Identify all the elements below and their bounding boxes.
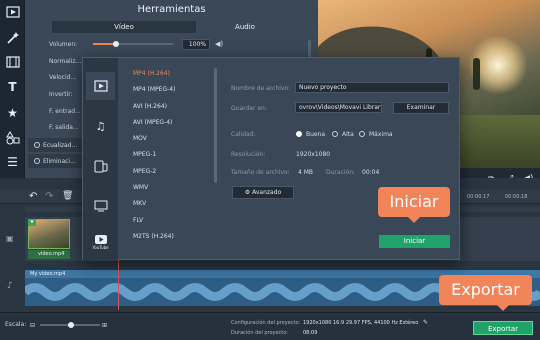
left-toolbar: T ★ ☰ (0, 0, 25, 178)
redo-icon[interactable]: ↷ (45, 191, 53, 202)
export-callout: Exportar (439, 275, 532, 305)
browse-button[interactable]: Examinar (393, 102, 449, 114)
resolution-label: Resolución: (231, 151, 266, 158)
volume-value[interactable]: 100% (182, 39, 210, 50)
project-duration-value: 08:09 (303, 330, 318, 336)
video-clip-name: video.mp4 (38, 251, 65, 257)
start-callout: Iniciar (378, 187, 450, 217)
resolution-value: 1920x1080 (296, 151, 331, 158)
filename-input[interactable]: Nuevo proyecto (295, 82, 449, 93)
filmstrip-icon[interactable] (3, 52, 22, 71)
scale-label: Escala: (5, 321, 27, 328)
equalizer-radio[interactable] (34, 142, 40, 148)
shapes-icon[interactable] (3, 128, 22, 147)
audio-clip-name: My video.mp4 (30, 271, 66, 277)
project-duration-label: Duración del proyecto: (231, 330, 288, 336)
zoom-in-icon[interactable]: ⊞ (102, 322, 107, 329)
format-item[interactable]: AVI (H.264) (125, 99, 213, 115)
format-item[interactable]: WMV (125, 180, 213, 196)
format-item[interactable]: MP4 (MPEG-4) (125, 82, 213, 98)
start-callout-pointer (407, 216, 421, 223)
quality-high-radio[interactable] (332, 131, 338, 137)
format-list: MP4 (H.264) MP4 (MPEG-4) AVI (H.264) AVI (M… (125, 66, 213, 245)
video-clip-label-bar[interactable]: video.mp4 (28, 250, 70, 259)
camera-icon[interactable]: ▣ (6, 234, 14, 243)
scale-slider-handle[interactable] (68, 322, 74, 328)
start-button[interactable]: Iniciar (379, 235, 450, 248)
quality-max-label: Máxima (369, 131, 393, 138)
noise-removal-label: Eliminaci... (43, 158, 76, 165)
runner-figure (473, 58, 480, 90)
ruler-mark: 00:00:18 (505, 194, 528, 200)
duration-value: 00:04 (362, 169, 380, 176)
speaker-icon[interactable]: ◀) (215, 40, 223, 48)
advanced-label: Avanzado (252, 189, 282, 196)
fade-in-label: F. entrad... (49, 108, 81, 115)
quality-label: Calidad: (231, 131, 256, 138)
quality-max-radio[interactable] (359, 131, 365, 137)
duration-label: Duración: (326, 169, 356, 176)
format-item[interactable]: MPEG-1 (125, 147, 213, 163)
format-item[interactable]: MOV (125, 131, 213, 147)
export-button[interactable]: Exportar (473, 321, 533, 335)
devices-icon[interactable] (86, 152, 115, 180)
youtube-label: YouTube (92, 244, 109, 250)
quality-high-label: Alta (342, 131, 354, 138)
format-list-scrollbar[interactable] (214, 68, 217, 183)
pencil-icon[interactable]: ✎ (423, 319, 428, 326)
format-item[interactable]: MKV (125, 196, 213, 212)
bottom-bar: Escala: ⊟ ⊞ Configuración del proyecto: … (0, 312, 540, 340)
filename-label: Nombre de archivo: (231, 85, 291, 92)
volume-slider-fill (93, 43, 115, 45)
volume-slider-handle[interactable] (113, 41, 119, 47)
clip-star-icon: ★ (28, 219, 36, 226)
tv-icon[interactable] (86, 192, 115, 220)
music-track-icon: ♪ (7, 281, 13, 291)
equalizer-label: Ecualizad... (43, 142, 78, 149)
save-location-label: Guardar en: (231, 105, 267, 112)
youtube-icon[interactable]: YouTube (86, 228, 115, 256)
tab-audio[interactable]: Audio (196, 21, 294, 33)
noise-removal-option[interactable]: Eliminaci... (28, 154, 88, 168)
filesize-label: Tamaño de archivo: (231, 169, 290, 176)
star-icon[interactable]: ★ (3, 103, 22, 122)
export-callout-pointer (496, 304, 510, 311)
normalize-label: Normaliz... (49, 58, 82, 65)
music-note-icon[interactable]: ♫ (86, 112, 115, 140)
delete-icon[interactable]: 🗑 (62, 191, 73, 201)
format-item[interactable]: M2TS (H.264) (125, 229, 213, 245)
video-file-icon[interactable] (86, 72, 115, 100)
zoom-out-icon[interactable]: ⊟ (30, 322, 35, 329)
equalizer-option[interactable]: Ecualizad... (28, 138, 88, 152)
fade-out-label: F. salida... (49, 124, 79, 131)
titles-icon[interactable]: T (3, 77, 22, 96)
advanced-button[interactable]: ⚙ Avanzado (232, 186, 294, 199)
magic-wand-icon[interactable] (3, 28, 22, 47)
tools-panel-title: Herramientas (137, 4, 206, 15)
format-item[interactable]: FLV (125, 213, 213, 229)
volume-label: Volumen: (49, 41, 78, 48)
quality-good-radio[interactable] (296, 131, 302, 137)
noise-removal-radio[interactable] (34, 158, 40, 164)
format-category-sidebar: ♫ YouTube (83, 58, 118, 261)
format-item[interactable]: MPEG-2 (125, 164, 213, 180)
tab-video[interactable]: Vídeo (52, 21, 196, 33)
volume-slider[interactable] (93, 41, 173, 47)
quality-good-label: Buena (306, 131, 326, 138)
media-icon[interactable] (3, 2, 22, 21)
scale-slider[interactable] (40, 322, 100, 328)
project-config-label: Configuración del proyecto: (231, 320, 301, 326)
reverse-label: Invertir: (49, 91, 73, 98)
ruler-mark: 00:00:17 (467, 194, 490, 200)
gear-icon: ⚙ (244, 189, 251, 196)
undo-icon[interactable]: ↶ (29, 191, 37, 202)
format-item[interactable]: MP4 (H.264) (125, 66, 213, 82)
format-item[interactable]: AVI (MPEG-4) (125, 115, 213, 131)
project-config-value: 1920x1080 16:9 29.97 FPS, 44100 Hz Estér… (303, 320, 419, 326)
export-dialog: ♫ YouTube MP4 (H.264) MP4 (MPEG-4) AVI (H.… (82, 57, 460, 261)
speed-label: Velocid... (49, 74, 77, 81)
filesize-value: 4 MB (298, 169, 314, 176)
list-icon[interactable]: ☰ (3, 152, 22, 171)
save-location-input[interactable]: ovrov\Videos\Movavi Library (295, 102, 382, 113)
